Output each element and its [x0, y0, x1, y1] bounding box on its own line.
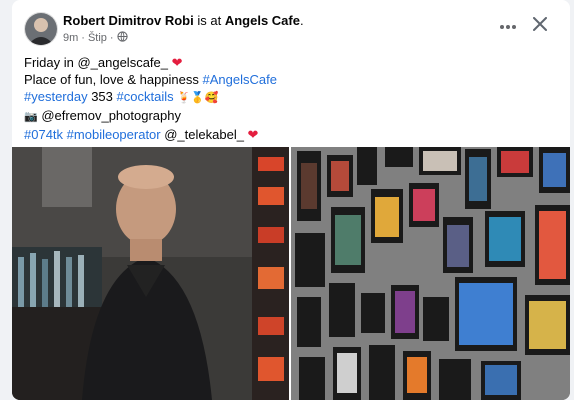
- heart-emoji: ❤: [171, 55, 183, 70]
- close-icon: [533, 16, 547, 36]
- post-meta: 9m · Štip ·: [63, 31, 128, 45]
- more-options-button[interactable]: [494, 13, 522, 39]
- photographer-mention[interactable]: @efremov_photography: [38, 108, 181, 123]
- post-line-1: Friday in @_angelscafe_ ❤: [24, 54, 564, 71]
- telekabel-mention[interactable]: @_telekabel_: [161, 127, 248, 142]
- author-avatar[interactable]: [24, 12, 58, 46]
- post-card: Robert Dimitrov Robi is at Angels Cafe. …: [12, 0, 570, 400]
- hashtag-link[interactable]: #yesterday: [24, 89, 88, 104]
- post-header: Robert Dimitrov Robi is at Angels Cafe. …: [12, 0, 570, 48]
- is-at-text: is at: [197, 13, 222, 28]
- author-name[interactable]: Robert Dimitrov Robi: [63, 13, 194, 28]
- post-line-5: #074tk #mobileoperator @_telekabel_ ❤: [24, 126, 564, 143]
- line-text: Place of fun, love & happiness: [24, 72, 203, 87]
- photo-man-at-bar[interactable]: [12, 147, 289, 400]
- hashtag-link[interactable]: #AngelsCafe: [203, 72, 277, 87]
- hashtag-link[interactable]: #mobileoperator: [67, 127, 161, 142]
- meta-separator: ·: [81, 32, 85, 44]
- post-line-2: Place of fun, love & happiness #AngelsCa…: [24, 71, 564, 88]
- post-time[interactable]: 9m: [63, 32, 78, 44]
- camera-emoji: 📷: [24, 111, 38, 123]
- mention-text: Friday in @_angelscafe_: [24, 55, 168, 70]
- post-line-3: #yesterday 353 #cocktails 🍹🥇🥰: [24, 88, 564, 107]
- close-button[interactable]: [526, 13, 554, 39]
- emoji-group: 🍹🥇🥰: [177, 92, 219, 104]
- hashtag-link[interactable]: #cocktails: [117, 89, 174, 104]
- globe-icon[interactable]: [116, 31, 128, 45]
- hashtag-link[interactable]: #074tk: [24, 127, 63, 142]
- place-name[interactable]: Angels Cafe: [225, 13, 300, 28]
- heart-emoji: ❤: [247, 127, 259, 142]
- author-line: Robert Dimitrov Robi is at Angels Cafe.: [63, 13, 304, 28]
- post-text: Friday in @_angelscafe_ ❤ Place of fun, …: [24, 54, 564, 143]
- meta-separator-2: ·: [109, 32, 114, 44]
- post-location: Štip: [87, 32, 107, 44]
- post-line-4: 📷 @efremov_photography: [24, 107, 564, 126]
- more-dots-icon: [499, 17, 517, 35]
- line-text: 353: [87, 89, 117, 104]
- photo-wall-of-frames[interactable]: [291, 147, 570, 400]
- post-photos: [12, 147, 570, 400]
